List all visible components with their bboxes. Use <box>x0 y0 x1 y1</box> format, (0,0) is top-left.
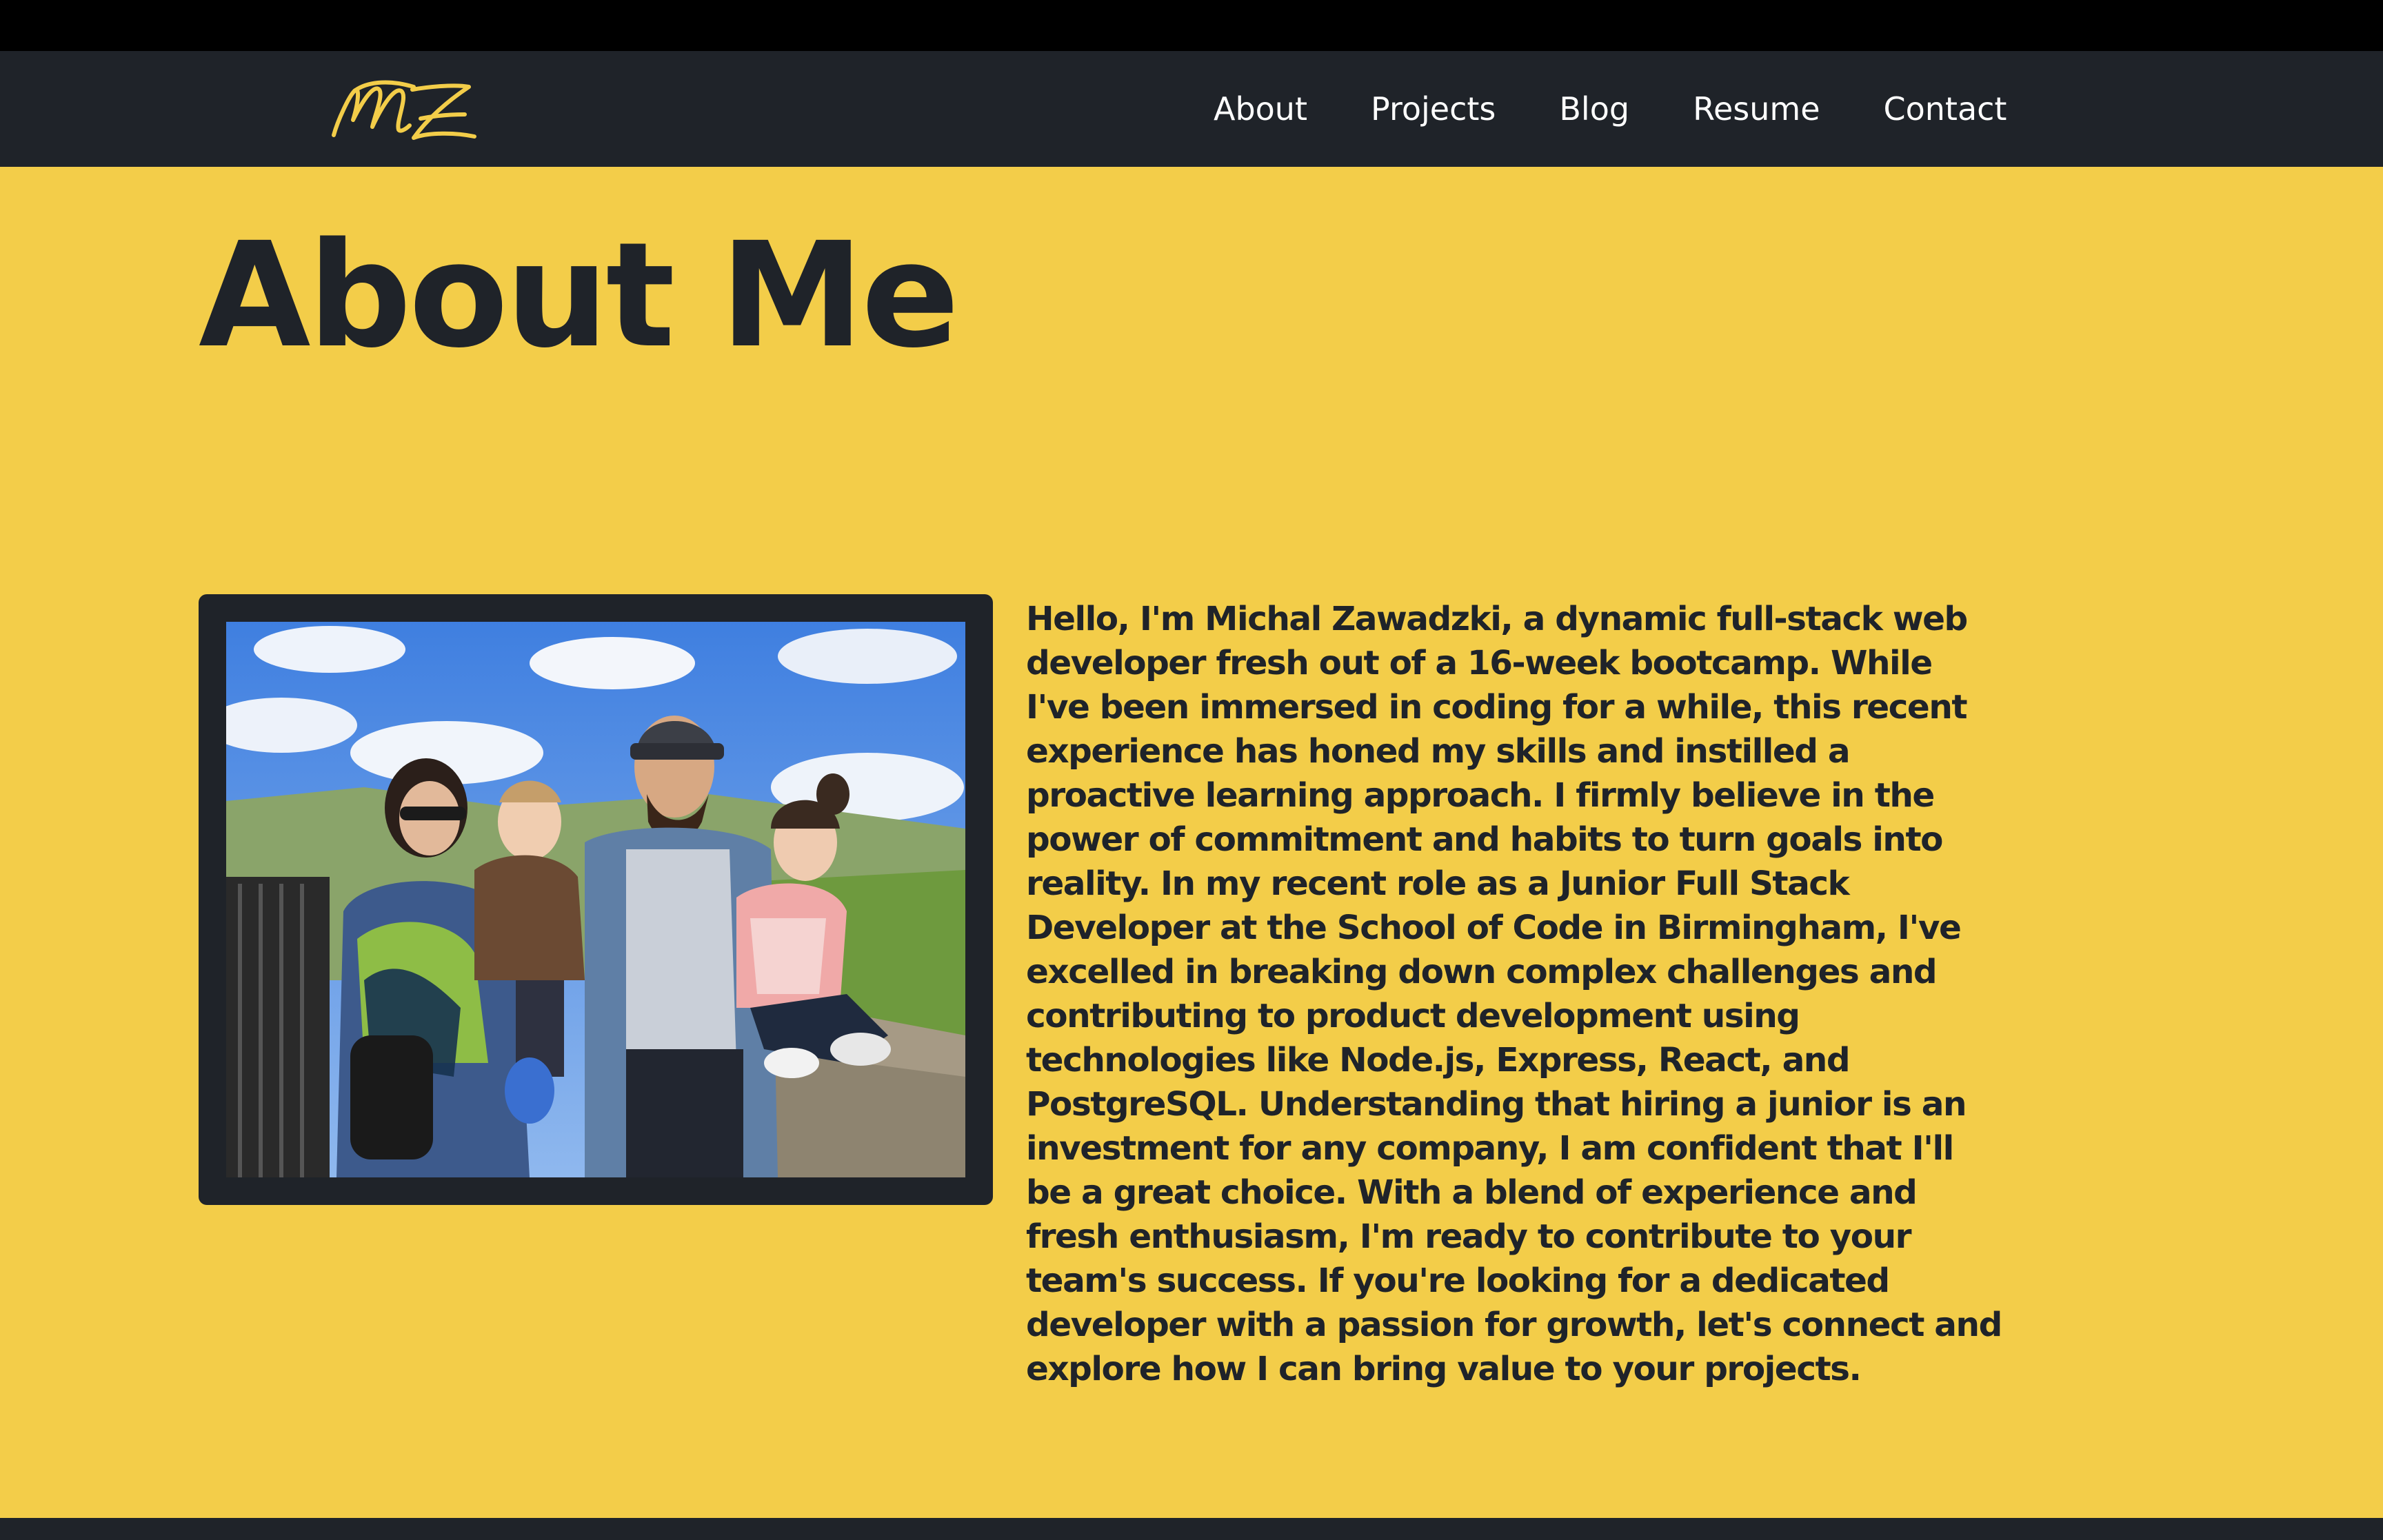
bio-paragraph: Hello, I'm Michal Zawadzki, a dynamic fu… <box>1026 600 2002 1388</box>
site-logo[interactable]: MZ <box>324 66 490 149</box>
navbar: MZ About Projects Blog Resume Contact <box>0 51 2383 167</box>
page-title: About Me <box>199 211 960 380</box>
footer-bar <box>0 1518 2383 1540</box>
main-nav: About Projects Blog Resume Contact <box>1214 51 2007 167</box>
nav-contact-link[interactable]: Contact <box>1884 90 2007 128</box>
photo-frame <box>199 594 993 1205</box>
nav-blog-link[interactable]: Blog <box>1559 90 1629 128</box>
about-section: About Me Hello, I'm Michal Zawadzki, a d… <box>0 167 2383 1518</box>
nav-about-link[interactable]: About <box>1214 90 1307 128</box>
family-photo <box>226 622 965 1177</box>
browser-top-bar <box>0 0 2383 51</box>
mz-signature-logo: MZ <box>332 80 476 140</box>
nav-projects-link[interactable]: Projects <box>1371 90 1496 128</box>
nav-resume-link[interactable]: Resume <box>1693 90 1820 128</box>
